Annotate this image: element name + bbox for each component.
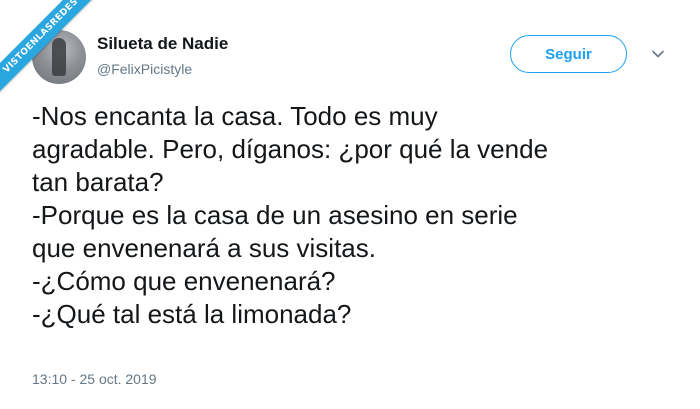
user-handle[interactable]: @FelixPicistyle — [97, 61, 192, 77]
avatar[interactable] — [32, 30, 86, 84]
tweet-timestamp[interactable]: 13:10 - 25 oct. 2019 — [32, 371, 157, 387]
tweet-line: -¿Cómo que envenenará? — [32, 266, 336, 296]
tweet-line: agradable. Pero, díganos: ¿por qué la ve… — [32, 134, 549, 164]
display-name[interactable]: Silueta de Nadie — [97, 34, 228, 54]
tweet-line: -Nos encanta la casa. Todo es muy — [32, 101, 438, 131]
tweet-line: que envenenará a sus visitas. — [32, 233, 376, 263]
tweet-line: -Porque es la casa de un asesino en seri… — [32, 200, 518, 230]
tweet-line: -¿Qué tal está la limonada? — [32, 299, 352, 329]
chevron-down-icon[interactable] — [651, 47, 665, 61]
tweet-card: VISTOENLASREDES Silueta de Nadie @FelixP… — [0, 0, 700, 409]
profile-photo-icon — [52, 38, 66, 76]
follow-button[interactable]: Seguir — [510, 35, 627, 73]
tweet-text: -Nos encanta la casa. Todo es muy agrada… — [32, 100, 672, 331]
tweet-line: tan barata? — [32, 167, 164, 197]
